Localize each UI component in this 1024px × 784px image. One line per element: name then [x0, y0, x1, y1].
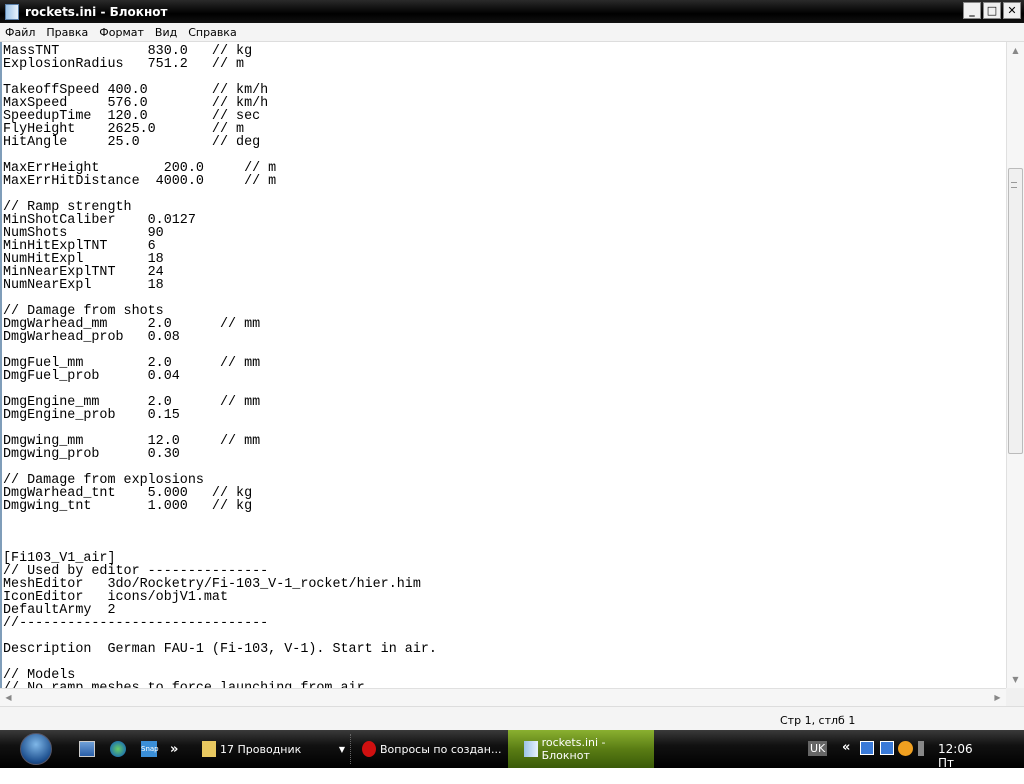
- editor-text[interactable]: MassTNT 830.0 // kg ExplosionRadius 751.2…: [2, 42, 1006, 688]
- vertical-scrollbar[interactable]: ▲ ▼: [1006, 42, 1024, 688]
- menu-help[interactable]: Справка: [183, 26, 242, 39]
- text-line: MaxErrHitDistance 4000.0 // m: [3, 174, 277, 189]
- close-button[interactable]: ✕: [1003, 2, 1021, 19]
- text-line: DmgEngine_prob 0.15: [3, 408, 180, 423]
- text-line: //-------------------------------: [3, 616, 269, 631]
- text-line: [3, 526, 1006, 539]
- text-editor[interactable]: MassTNT 830.0 // kg ExplosionRadius 751.2…: [0, 42, 1006, 688]
- text-line: Description German FAU-1 (Fi-103, V-1). …: [3, 642, 437, 657]
- notepad-icon: [5, 3, 19, 20]
- notepad-task-label: rockets.ini - Блокнот: [541, 736, 606, 762]
- opera-icon: [362, 741, 376, 757]
- explorer-group-label: 17 Проводник: [220, 742, 302, 756]
- scroll-right-icon[interactable]: ▶: [989, 689, 1006, 706]
- menu-format[interactable]: Формат: [94, 26, 150, 39]
- text-line: Dmgwing_prob 0.30: [3, 447, 180, 462]
- horizontal-scrollbar[interactable]: ◀ ▶: [0, 688, 1006, 706]
- taskbar: Snap » 17 Проводник ▼ Вопросы по создан.…: [0, 730, 1024, 784]
- scrollbar-thumb[interactable]: [1008, 168, 1023, 454]
- scroll-down-icon[interactable]: ▼: [1007, 671, 1024, 688]
- scroll-up-icon[interactable]: ▲: [1007, 42, 1024, 59]
- start-button[interactable]: [20, 733, 52, 765]
- text-line: [3, 539, 1006, 552]
- clock[interactable]: 12:06 Пт 10: [938, 742, 973, 784]
- tray-expand-button[interactable]: «: [842, 740, 850, 755]
- volume-icon[interactable]: [918, 741, 924, 756]
- menu-edit[interactable]: Правка: [41, 26, 94, 39]
- text-line: NumNearExpl 18: [3, 278, 164, 293]
- scroll-left-icon[interactable]: ◀: [0, 689, 17, 706]
- text-line: HitAngle 25.0 // deg: [3, 135, 261, 150]
- folder-icon: [202, 741, 216, 757]
- taskbar-opera[interactable]: Вопросы по создан...: [362, 732, 502, 766]
- scrollbar-corner: [1006, 688, 1024, 706]
- network-icon[interactable]: [860, 741, 874, 755]
- text-line: IconEditor icons/objV1.mat: [3, 590, 228, 605]
- text-line: DmgFuel_prob 0.04: [3, 369, 180, 384]
- menu-bar: Файл Правка Формат Вид Справка: [0, 23, 1024, 42]
- minimize-button[interactable]: _: [963, 2, 981, 19]
- text-line: Dmgwing_tnt 1.000 // kg: [3, 499, 253, 514]
- dropdown-arrow-icon: ▼: [338, 744, 345, 754]
- text-line: DmgWarhead_prob 0.08: [3, 330, 180, 345]
- menu-file[interactable]: Файл: [0, 26, 41, 39]
- title-bar[interactable]: rockets.ini - Блокнот _ □ ✕: [0, 0, 1024, 23]
- internet-icon[interactable]: [110, 741, 126, 757]
- opera-task-label: Вопросы по создан...: [380, 742, 502, 756]
- text-line: ExplosionRadius 751.2 // m: [3, 57, 245, 72]
- grip-icon: [1011, 182, 1017, 188]
- menu-view[interactable]: Вид: [150, 26, 183, 39]
- notepad-icon: [524, 741, 538, 757]
- network-icon-2[interactable]: [880, 741, 894, 755]
- show-desktop-icon[interactable]: [79, 741, 95, 757]
- window-title: rockets.ini - Блокнот: [25, 4, 168, 19]
- status-bar: Стр 1, стлб 1: [0, 706, 1024, 730]
- text-line: [3, 656, 1006, 669]
- text-line: [3, 513, 1006, 526]
- quicklaunch-more-button[interactable]: »: [170, 732, 178, 766]
- maximize-button[interactable]: □: [983, 2, 1001, 19]
- cursor-position: Стр 1, стлб 1: [780, 714, 856, 727]
- snap-icon[interactable]: Snap: [141, 741, 159, 757]
- text-line: [3, 188, 1006, 201]
- taskbar-notepad-active[interactable]: rockets.ini - Блокнот: [508, 730, 654, 768]
- language-indicator[interactable]: UK: [808, 741, 828, 756]
- taskbar-explorer-group[interactable]: 17 Проводник ▼: [202, 732, 347, 766]
- app-tray-icon[interactable]: [898, 741, 913, 756]
